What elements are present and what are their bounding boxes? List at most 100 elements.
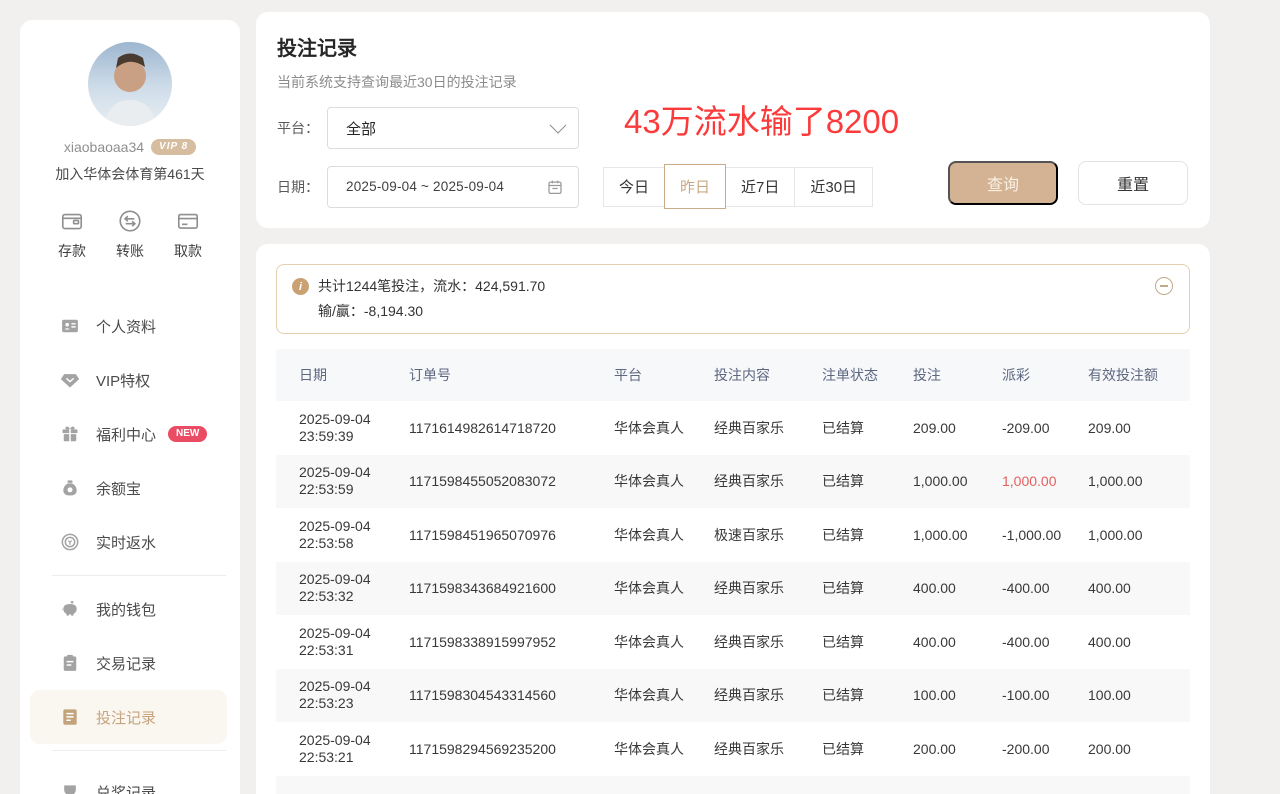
cell-date-time: 22:53:31 [299,642,354,658]
cell-platform: 华体会真人 [614,525,714,545]
col-header-order: 订单号 [409,365,614,385]
cell-valid: 200.00 [1088,741,1190,757]
cell-date: 2025-09-0422:53:31 [299,625,409,659]
col-header-platform: 平台 [614,365,714,385]
cell-payout: -209.00 [1002,420,1088,436]
cell-date-time: 23:59:39 [299,428,354,444]
range-yesterday-button[interactable]: 昨日 [664,164,726,209]
info-icon: i [292,278,309,295]
query-button[interactable]: 查询 [948,161,1058,205]
sidebar-menu: 个人资料 VIP特权 福利中心 NEW [20,299,240,794]
sidebar-divider [52,575,226,576]
sidebar-item-profile[interactable]: 个人资料 [20,299,240,353]
date-range-picker[interactable]: 2025-09-04 ~ 2025-09-04 [327,166,579,208]
cell-date-day: 2025-09-04 [299,571,371,587]
date-range-value: 2025-09-04 ~ 2025-09-04 [346,179,546,194]
sidebar: xiaobaoaa34 VIP 8 加入华体会体育第461天 存款 转账 [20,20,240,794]
chevron-down-icon [550,117,567,134]
avatar[interactable] [88,42,172,126]
cell-date-day: 2025-09-04 [299,625,371,641]
sidebar-item-yuebao[interactable]: 余额宝 [20,461,240,515]
cell-order: 1171598343684921600 [409,580,614,596]
quick-actions: 存款 转账 取款 [20,208,240,261]
page-title: 投注记录 [277,32,1189,61]
cell-valid: 209.00 [1088,420,1190,436]
cell-date: 2025-09-0422:53:58 [299,518,409,552]
date-label: 日期： [277,177,327,197]
clipboard-icon [60,653,80,673]
sidebar-item-welfare[interactable]: 福利中心 NEW [20,407,240,461]
cell-payout: -1,000.00 [1002,527,1088,543]
gift-icon [60,424,80,444]
cell-bet: 200.00 [913,741,1002,757]
cell-content: 经典百家乐 [714,632,822,652]
table-header-row: 日期 订单号 平台 投注内容 注单状态 投注 派彩 有效投注额 [276,349,1190,401]
range-7days-button[interactable]: 近7日 [725,167,795,207]
sidebar-item-prize-records[interactable]: 兑奖记录 [20,765,240,794]
table-row: 2025-09-0422:53:32 1171598343684921600 华… [276,562,1190,616]
cell-date-day: 2025-09-04 [299,732,371,748]
col-header-date: 日期 [299,365,409,385]
cell-order: 1171614982614718720 [409,420,614,436]
transfer-button[interactable]: 转账 [116,208,144,261]
profile-icon [60,316,80,336]
sidebar-item-label: 福利中心 [96,424,156,445]
cell-order: 1171598455052083072 [409,473,614,489]
platform-select[interactable]: 全部 [327,107,579,149]
cell-valid: 400.00 [1088,580,1190,596]
cell-date: 2025-09-0422:53:32 [299,571,409,605]
cell-date-day: 2025-09-04 [299,411,371,427]
money-pouch-icon [60,478,80,498]
page-subtitle: 当前系统支持查询最近30日的投注记录 [277,72,1189,92]
withdraw-icon [175,208,201,234]
sidebar-item-label: 个人资料 [96,316,156,337]
cell-date-time: 22:53:32 [299,588,354,604]
cell-order: 1171598451965070976 [409,527,614,543]
cell-order: 1171598338915997952 [409,634,614,650]
col-header-content: 投注内容 [714,365,822,385]
table-row: 2025-09-0422:53:31 1171598338915997952 华… [276,615,1190,669]
cell-status: 已结算 [822,632,913,652]
cell-valid: 100.00 [1088,687,1190,703]
sidebar-item-label: 余额宝 [96,478,141,499]
table-body: 2025-09-0423:59:39 1171614982614718720 华… [276,401,1190,794]
collapse-minus-icon[interactable] [1155,277,1173,295]
cell-date-day: 2025-09-04 [299,464,371,480]
cell-platform: 华体会真人 [614,632,714,652]
cell-platform: 华体会真人 [614,578,714,598]
sidebar-item-label: 兑奖记录 [96,782,156,794]
deposit-button[interactable]: 存款 [58,208,86,261]
platform-filter-row: 平台： 全部 [277,107,1189,149]
avatar-wrap [20,42,240,126]
sidebar-item-label: 交易记录 [96,653,156,674]
join-days-text: 加入华体会体育第461天 [20,164,240,184]
cell-order: 1171598294569235200 [409,741,614,757]
range-30days-button[interactable]: 近30日 [794,167,873,207]
sidebar-item-rebate[interactable]: 实时返水 [20,515,240,569]
bet-records-icon [60,707,80,727]
cell-status: 已结算 [822,525,913,545]
sidebar-item-bet-records[interactable]: 投注记录 [30,690,227,744]
cell-status: 已结算 [822,578,913,598]
platform-label: 平台： [277,118,327,138]
cell-date-day: 2025-09-04 [299,518,371,534]
cell-platform: 华体会真人 [614,685,714,705]
summary-line-2: 输/赢：-8,194.30 [318,301,545,322]
cell-valid: 1,000.00 [1088,527,1190,543]
cell-content: 经典百家乐 [714,418,822,438]
col-header-payout: 派彩 [1002,365,1088,385]
cell-platform: 华体会真人 [614,739,714,759]
sidebar-item-transactions[interactable]: 交易记录 [20,636,240,690]
date-filter-row: 日期： 2025-09-04 ~ 2025-09-04 今日 昨日 近7日 近3… [277,164,1189,209]
sidebar-item-wallet[interactable]: 我的钱包 [20,582,240,636]
sidebar-item-vip[interactable]: VIP特权 [20,353,240,407]
withdraw-button[interactable]: 取款 [174,208,202,261]
cell-valid: 1,000.00 [1088,473,1190,489]
cell-bet: 1,000.00 [913,473,1002,489]
reset-button[interactable]: 重置 [1078,161,1188,205]
cell-content: 经典百家乐 [714,471,822,491]
cell-bet: 209.00 [913,420,1002,436]
table-row: 2025-09-0422:53:59 1171598455052083072 华… [276,455,1190,509]
range-today-button[interactable]: 今日 [603,167,665,207]
deposit-label: 存款 [58,241,86,261]
